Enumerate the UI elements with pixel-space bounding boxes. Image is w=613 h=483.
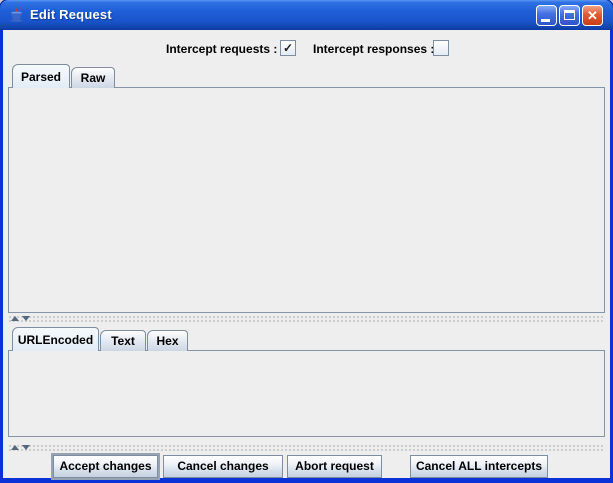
- maximize-button[interactable]: [559, 5, 580, 26]
- divider-collapse-icon[interactable]: [11, 445, 19, 450]
- maximize-icon: [564, 10, 575, 20]
- tab-text[interactable]: Text: [100, 330, 146, 351]
- request-panel: [8, 87, 605, 313]
- tab-parsed[interactable]: Parsed: [12, 64, 70, 88]
- minimize-icon: [541, 19, 550, 22]
- checkmark-icon: ✓: [283, 41, 293, 55]
- cancel-all-intercepts-button[interactable]: Cancel ALL intercepts: [410, 455, 548, 478]
- divider-expand-icon[interactable]: [22, 445, 30, 450]
- tab-urlencoded[interactable]: URLEncoded: [12, 327, 99, 351]
- cancel-changes-button[interactable]: Cancel changes: [163, 455, 283, 478]
- intercept-requests-checkbox[interactable]: ✓: [280, 40, 296, 56]
- minimize-button[interactable]: [536, 5, 557, 26]
- intercept-responses-checkbox[interactable]: [433, 40, 449, 56]
- accept-changes-button[interactable]: Accept changes: [53, 455, 158, 478]
- tab-hex[interactable]: Hex: [147, 330, 188, 351]
- intercept-requests-label: Intercept requests :: [166, 42, 277, 56]
- split-divider[interactable]: [8, 315, 605, 322]
- divider-expand-icon[interactable]: [22, 316, 30, 321]
- content-panel: [8, 350, 605, 437]
- divider-collapse-icon[interactable]: [11, 316, 19, 321]
- edit-request-window: Edit Request ✕ Intercept requests : ✓ In…: [0, 0, 613, 483]
- tab-raw[interactable]: Raw: [71, 67, 115, 88]
- window-title: Edit Request: [30, 7, 112, 22]
- titlebar[interactable]: Edit Request ✕: [0, 0, 613, 30]
- close-icon: ✕: [583, 7, 602, 25]
- close-button[interactable]: ✕: [582, 5, 603, 26]
- abort-request-button[interactable]: Abort request: [287, 455, 382, 478]
- java-icon: [8, 6, 25, 23]
- split-divider[interactable]: [8, 444, 605, 451]
- intercept-responses-label: Intercept responses :: [313, 42, 434, 56]
